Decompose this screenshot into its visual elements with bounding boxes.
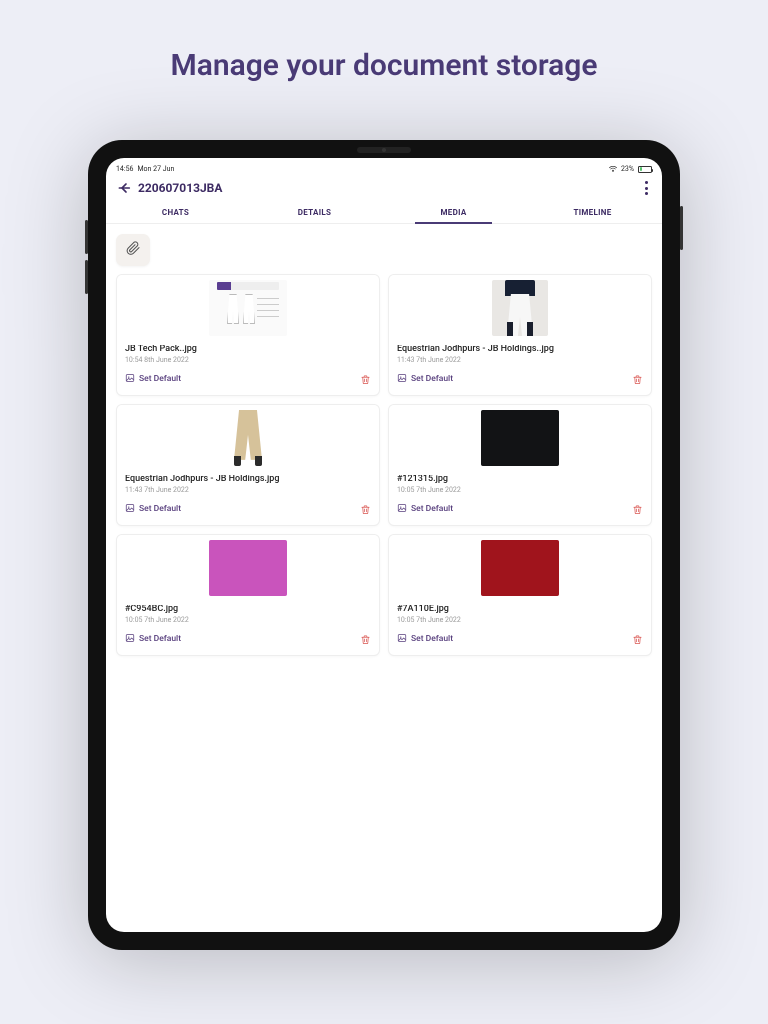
set-default-button[interactable]: Set Default (125, 503, 181, 516)
delete-button[interactable] (632, 370, 643, 389)
tab-media[interactable]: MEDIA (384, 202, 523, 223)
file-timestamp: 11:43 7th June 2022 (125, 486, 371, 494)
power-button (680, 206, 683, 250)
file-timestamp: 10:05 7th June 2022 (125, 616, 371, 624)
delete-button[interactable] (632, 630, 643, 649)
back-arrow-icon[interactable] (116, 180, 132, 196)
media-card[interactable]: #C954BC.jpg10:05 7th June 2022 Set Defaul… (116, 534, 380, 656)
media-card[interactable]: Equestrian Jodhpurs - JB Holdings.jpg11:… (116, 404, 380, 526)
trash-icon (632, 370, 643, 389)
swatch-thumbnail (481, 540, 559, 596)
file-name: Equestrian Jodhpurs - JB Holdings..jpg (397, 345, 643, 355)
file-name: JB Tech Pack..jpg (125, 345, 371, 355)
set-default-button[interactable]: Set Default (397, 373, 453, 386)
set-default-label: Set Default (411, 504, 453, 514)
image-icon (125, 503, 135, 516)
status-date: Mon 27 Jun (137, 165, 174, 173)
trash-icon (360, 500, 371, 519)
paperclip-icon (125, 240, 141, 260)
delete-button[interactable] (360, 500, 371, 519)
trash-icon (632, 630, 643, 649)
swatch-thumbnail (209, 540, 287, 596)
jodhpur-white-thumbnail (492, 280, 548, 336)
delete-button[interactable] (360, 630, 371, 649)
tab-details[interactable]: DETAILS (245, 202, 384, 223)
image-icon (397, 503, 407, 516)
file-name: #7A110E.jpg (397, 605, 643, 615)
file-name: Equestrian Jodhpurs - JB Holdings.jpg (125, 475, 371, 485)
set-default-button[interactable]: Set Default (397, 633, 453, 646)
thumbnail-area (389, 535, 651, 601)
file-name: #C954BC.jpg (125, 605, 371, 615)
image-icon (125, 373, 135, 386)
set-default-label: Set Default (411, 634, 453, 644)
file-name: #121315.jpg (397, 475, 643, 485)
status-bar: 14:56 Mon 27 Jun 23% (106, 162, 662, 176)
app-screen: 14:56 Mon 27 Jun 23% 220607013JBA (106, 158, 662, 932)
battery-icon (638, 166, 652, 173)
delete-button[interactable] (360, 370, 371, 389)
more-vertical-icon[interactable] (640, 181, 652, 195)
media-grid: JB Tech Pack..jpg10:54 8th June 2022 Set … (106, 274, 662, 666)
tab-chats[interactable]: CHATS (106, 202, 245, 223)
file-timestamp: 11:43 7th June 2022 (397, 356, 643, 364)
file-timestamp: 10:05 7th June 2022 (397, 486, 643, 494)
swatch-thumbnail (481, 410, 559, 466)
set-default-button[interactable]: Set Default (125, 373, 181, 386)
trash-icon (360, 370, 371, 389)
set-default-button[interactable]: Set Default (397, 503, 453, 516)
media-card[interactable]: #7A110E.jpg10:05 7th June 2022 Set Defaul… (388, 534, 652, 656)
battery-percent: 23% (621, 165, 634, 173)
tab-timeline[interactable]: TIMELINE (523, 202, 662, 223)
thumbnail-area (117, 535, 379, 601)
file-timestamp: 10:05 7th June 2022 (397, 616, 643, 624)
tablet-frame: 14:56 Mon 27 Jun 23% 220607013JBA (88, 140, 680, 950)
media-card[interactable]: JB Tech Pack..jpg10:54 8th June 2022 Set … (116, 274, 380, 396)
hero-title: Manage your document storage (0, 0, 768, 83)
thumbnail-area (117, 405, 379, 471)
media-card[interactable]: Equestrian Jodhpurs - JB Holdings..jpg11… (388, 274, 652, 396)
set-default-label: Set Default (139, 374, 181, 384)
wifi-icon (609, 166, 617, 172)
set-default-label: Set Default (411, 374, 453, 384)
thumbnail-area (389, 275, 651, 341)
tablet-camera-notch (357, 147, 411, 153)
tab-bar: CHATS DETAILS MEDIA TIMELINE (106, 202, 662, 224)
media-card[interactable]: #121315.jpg10:05 7th June 2022 Set Defaul… (388, 404, 652, 526)
app-header: 220607013JBA (106, 176, 662, 202)
trash-icon (632, 500, 643, 519)
set-default-label: Set Default (139, 504, 181, 514)
jodhpur-tan-thumbnail (226, 410, 270, 466)
thumbnail-area (389, 405, 651, 471)
image-icon (397, 633, 407, 646)
attach-button[interactable] (116, 234, 150, 266)
image-icon (397, 373, 407, 386)
image-icon (125, 633, 135, 646)
set-default-label: Set Default (139, 634, 181, 644)
delete-button[interactable] (632, 500, 643, 519)
thumbnail-area (117, 275, 379, 341)
file-timestamp: 10:54 8th June 2022 (125, 356, 371, 364)
trash-icon (360, 630, 371, 649)
page-title: 220607013JBA (138, 181, 222, 195)
techpack-thumbnail (209, 280, 287, 336)
set-default-button[interactable]: Set Default (125, 633, 181, 646)
status-time: 14:56 (116, 165, 133, 173)
